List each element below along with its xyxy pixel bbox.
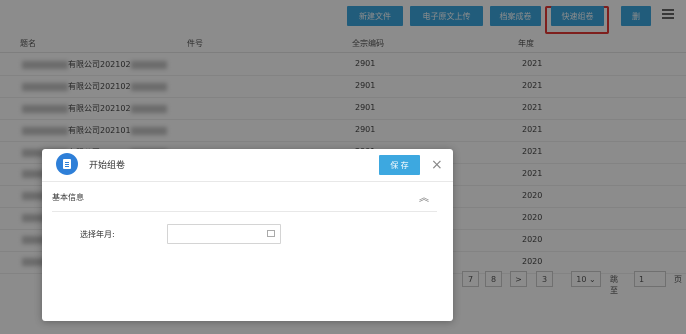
dialog-title: 开始组卷 bbox=[89, 161, 126, 171]
save-button[interactable]: 保 存 bbox=[379, 155, 420, 175]
section-divider bbox=[52, 211, 437, 212]
dialog-header: 开始组卷 保 存 × bbox=[42, 149, 453, 182]
section-basic-info: 基本信息 bbox=[52, 193, 84, 202]
year-month-input[interactable] bbox=[167, 224, 281, 244]
document-icon bbox=[56, 153, 78, 175]
year-month-label: 选择年月: bbox=[80, 230, 115, 239]
chevron-up-icon[interactable]: ︽ bbox=[419, 189, 429, 204]
close-icon[interactable]: × bbox=[431, 155, 443, 175]
calendar-icon[interactable] bbox=[267, 230, 275, 237]
volume-dialog: 开始组卷 保 存 × 基本信息 ︽ 选择年月: bbox=[42, 149, 453, 321]
